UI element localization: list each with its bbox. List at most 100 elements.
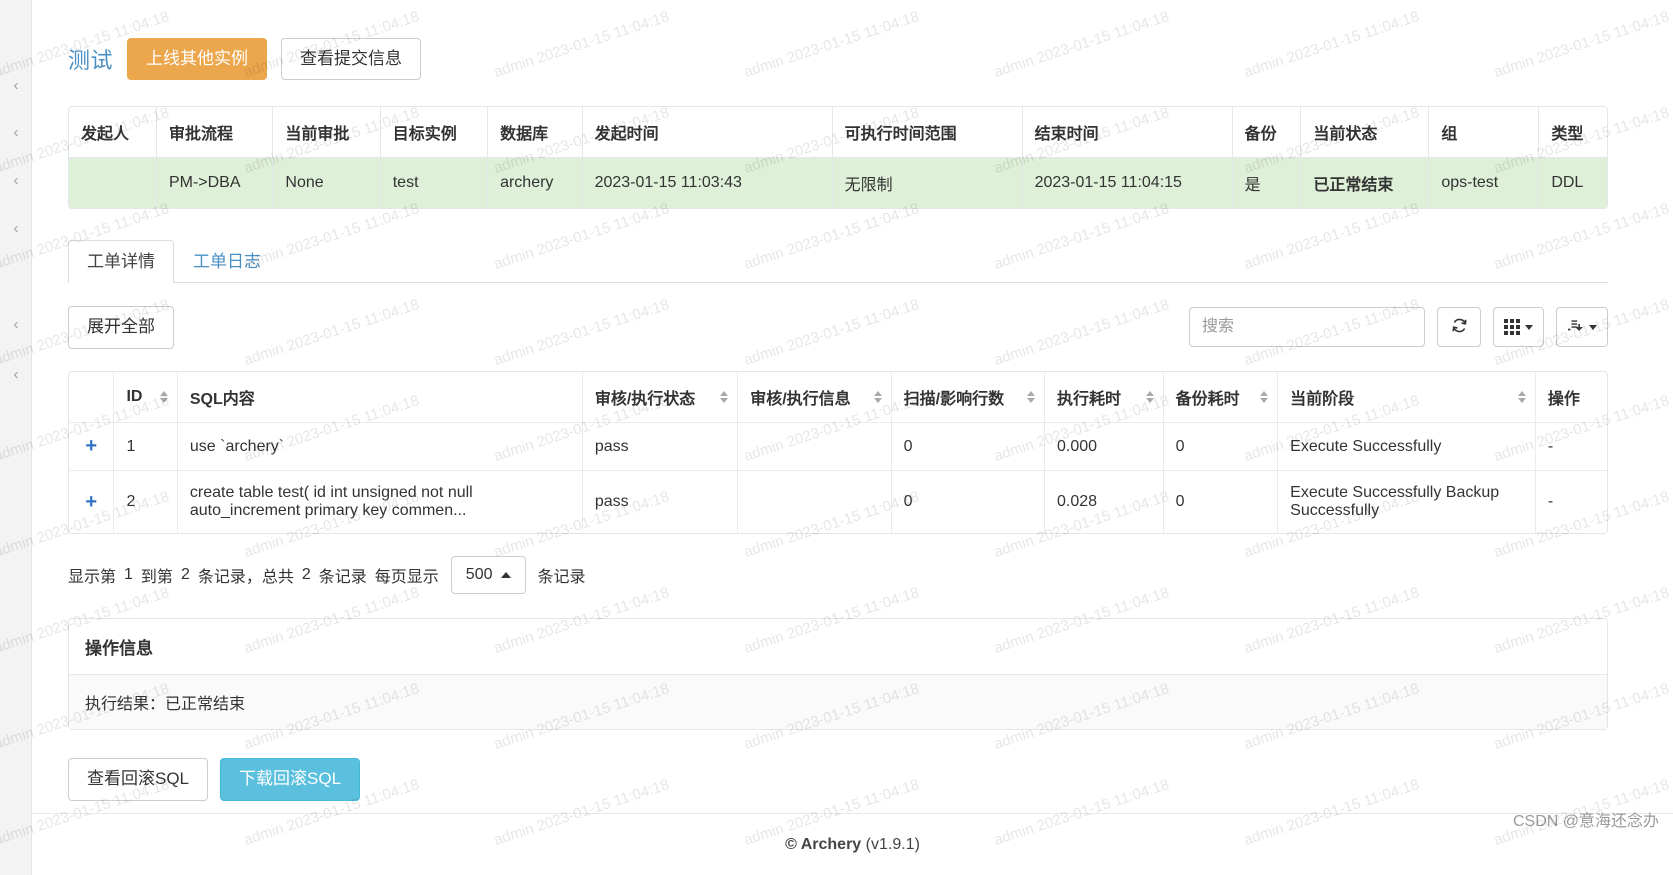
tab-bar: 工单详情 工单日志 bbox=[68, 237, 1608, 284]
tab-workflow-detail[interactable]: 工单详情 bbox=[68, 240, 174, 284]
col-affected-rows-label: 扫描/影响行数 bbox=[903, 391, 1005, 409]
rail-collapse-chevron-icon[interactable]: ‹ bbox=[0, 316, 32, 334]
cell-id: 2 bbox=[113, 470, 178, 534]
per-page-label: 每页显示 bbox=[374, 569, 439, 587]
cell-sql: create table test( id int unsigned not n… bbox=[177, 470, 583, 534]
col-current-stage-label: 当前阶段 bbox=[1290, 391, 1355, 409]
operation-info-title: 操作信息 bbox=[69, 619, 1607, 676]
operation-info-panel: 操作信息 执行结果：已正常结束 bbox=[68, 618, 1608, 731]
search-input[interactable] bbox=[1189, 307, 1425, 348]
table-row: + 2 create table test( id int unsigned n… bbox=[69, 470, 1607, 534]
footer-version: (v1.9.1) bbox=[865, 835, 920, 853]
left-rail: ‹ ‹ ‹ ‹ ‹ ‹ bbox=[0, 0, 32, 875]
footer-copyright: © Archery bbox=[785, 835, 862, 853]
column-toggle-button[interactable] bbox=[1493, 307, 1544, 348]
view-rollback-sql-button[interactable]: 查看回滚SQL bbox=[68, 758, 209, 801]
chevron-down-icon bbox=[1525, 324, 1533, 330]
col-current-approver: 当前审批 bbox=[272, 107, 381, 159]
chevron-up-icon bbox=[500, 572, 511, 579]
pagination-prefix: 显示第 bbox=[68, 569, 117, 587]
cell-start-time: 2023-01-15 11:03:43 bbox=[582, 157, 833, 209]
workflow-info-row: PM->DBA None test archery 2023-01-15 11:… bbox=[69, 157, 1607, 209]
chevron-down-icon bbox=[1589, 324, 1597, 330]
rail-collapse-chevron-icon[interactable]: ‹ bbox=[0, 366, 32, 384]
pagination-from: 1 bbox=[124, 566, 133, 584]
sql-table-header-row: ID SQL内容 审核/执行状态 审核/执行信息 扫描/影响行数 执行耗时 备份… bbox=[69, 372, 1607, 424]
col-exec-cost[interactable]: 执行耗时 bbox=[1044, 372, 1164, 424]
sort-icon bbox=[159, 391, 168, 404]
pagination-total: 2 bbox=[301, 566, 311, 584]
sort-icon bbox=[1145, 391, 1154, 404]
download-rollback-sql-button[interactable]: 下载回滚SQL bbox=[220, 758, 361, 801]
col-backup: 备份 bbox=[1232, 107, 1302, 159]
pagination-middle: 到第 bbox=[140, 569, 173, 587]
refresh-icon bbox=[1451, 317, 1468, 337]
col-exec-message[interactable]: 审核/执行信息 bbox=[737, 372, 892, 424]
col-exec-window: 可执行时间范围 bbox=[832, 107, 1023, 159]
cell-backup: 是 bbox=[1232, 157, 1302, 209]
cell-group: ops-test bbox=[1428, 157, 1540, 209]
sort-icon bbox=[1027, 391, 1036, 404]
cell-end-time: 2023-01-15 11:04:15 bbox=[1022, 157, 1233, 209]
expand-row-button[interactable]: + bbox=[69, 470, 115, 534]
page-footer: © Archery (v1.9.1) bbox=[32, 813, 1673, 875]
rail-collapse-chevron-icon[interactable]: ‹ bbox=[0, 172, 32, 190]
col-exec-state-label: 审核/执行状态 bbox=[594, 391, 696, 409]
cell-target-instance: test bbox=[380, 157, 489, 209]
page-size-select[interactable]: 500 bbox=[450, 556, 526, 595]
page-title: 测试 bbox=[68, 48, 114, 74]
cell-op: - bbox=[1547, 493, 1554, 511]
col-database: 数据库 bbox=[487, 107, 583, 159]
cell-backup-cost: 0 bbox=[1163, 470, 1279, 534]
cell-backup-cost: 0 bbox=[1163, 422, 1279, 472]
cell-exec-cost: 0.028 bbox=[1044, 470, 1164, 534]
col-start-time: 发起时间 bbox=[582, 107, 833, 159]
view-submit-info-button[interactable]: 查看提交信息 bbox=[281, 38, 422, 81]
col-initiator: 发起人 bbox=[69, 107, 157, 159]
col-affected-rows[interactable]: 扫描/影响行数 bbox=[891, 372, 1046, 424]
col-id[interactable]: ID bbox=[113, 372, 178, 424]
cell-type: DDL bbox=[1538, 157, 1607, 209]
grid-columns-icon bbox=[1504, 319, 1520, 336]
page-content: 测试 上线其他实例 查看提交信息 发起人 审批流程 当前审批 目标实例 数据库 … bbox=[68, 0, 1608, 829]
expand-all-button[interactable]: 展开全部 bbox=[68, 306, 174, 349]
csdn-watermark: CSDN @意海还念办 bbox=[1512, 813, 1659, 830]
app-root: ‹ ‹ ‹ ‹ ‹ ‹ 测试 上线其他实例 查看提交信息 发起人 审批流程 当前… bbox=[0, 0, 1673, 875]
cell-sql: use `archery` bbox=[177, 422, 583, 472]
cell-database: archery bbox=[487, 157, 583, 209]
table-row: + 1 use `archery` pass 0 0.000 0 Execute… bbox=[69, 422, 1607, 472]
export-icon bbox=[1567, 317, 1584, 337]
col-expand bbox=[69, 372, 115, 424]
cell-rows: 0 bbox=[891, 422, 1046, 472]
workflow-info-table: 发起人 审批流程 当前审批 目标实例 数据库 发起时间 可执行时间范围 结束时间… bbox=[68, 106, 1608, 210]
col-id-label: ID bbox=[126, 388, 143, 406]
col-sql-content: SQL内容 bbox=[177, 372, 583, 424]
cell-id: 1 bbox=[113, 422, 178, 472]
cell-op: - bbox=[1535, 422, 1607, 472]
online-other-instance-button[interactable]: 上线其他实例 bbox=[127, 38, 268, 81]
col-backup-cost[interactable]: 备份耗时 bbox=[1163, 372, 1279, 424]
tab-workflow-log[interactable]: 工单日志 bbox=[174, 240, 280, 283]
sort-icon bbox=[1517, 391, 1526, 404]
col-workflow: 审批流程 bbox=[156, 107, 274, 159]
col-group: 组 bbox=[1428, 107, 1540, 159]
page-header: 测试 上线其他实例 查看提交信息 bbox=[68, 0, 1608, 106]
pagination-suffix: 条记录 bbox=[537, 569, 586, 587]
rail-collapse-chevron-icon[interactable]: ‹ bbox=[0, 220, 32, 238]
rail-collapse-chevron-icon[interactable]: ‹ bbox=[0, 124, 32, 142]
col-operation: 操作 bbox=[1535, 372, 1607, 424]
status-badge: 已正常结束 bbox=[1300, 157, 1430, 209]
col-exec-state[interactable]: 审核/执行状态 bbox=[582, 372, 739, 424]
table-toolbar: 展开全部 bbox=[68, 305, 1608, 349]
refresh-button[interactable] bbox=[1437, 307, 1481, 348]
expand-row-button[interactable]: + bbox=[69, 422, 115, 472]
col-exec-message-label: 审核/执行信息 bbox=[750, 391, 851, 409]
col-exec-cost-label: 执行耗时 bbox=[1057, 391, 1122, 409]
cell-initiator bbox=[69, 157, 157, 209]
pagination-records-label: 条记录，总共 bbox=[197, 569, 294, 587]
rail-collapse-chevron-icon[interactable]: ‹ bbox=[0, 77, 32, 95]
sort-icon bbox=[873, 391, 882, 404]
col-current-stage[interactable]: 当前阶段 bbox=[1277, 372, 1536, 424]
operation-info-body: 执行结果：已正常结束 bbox=[69, 675, 1607, 730]
export-button[interactable] bbox=[1556, 307, 1608, 348]
